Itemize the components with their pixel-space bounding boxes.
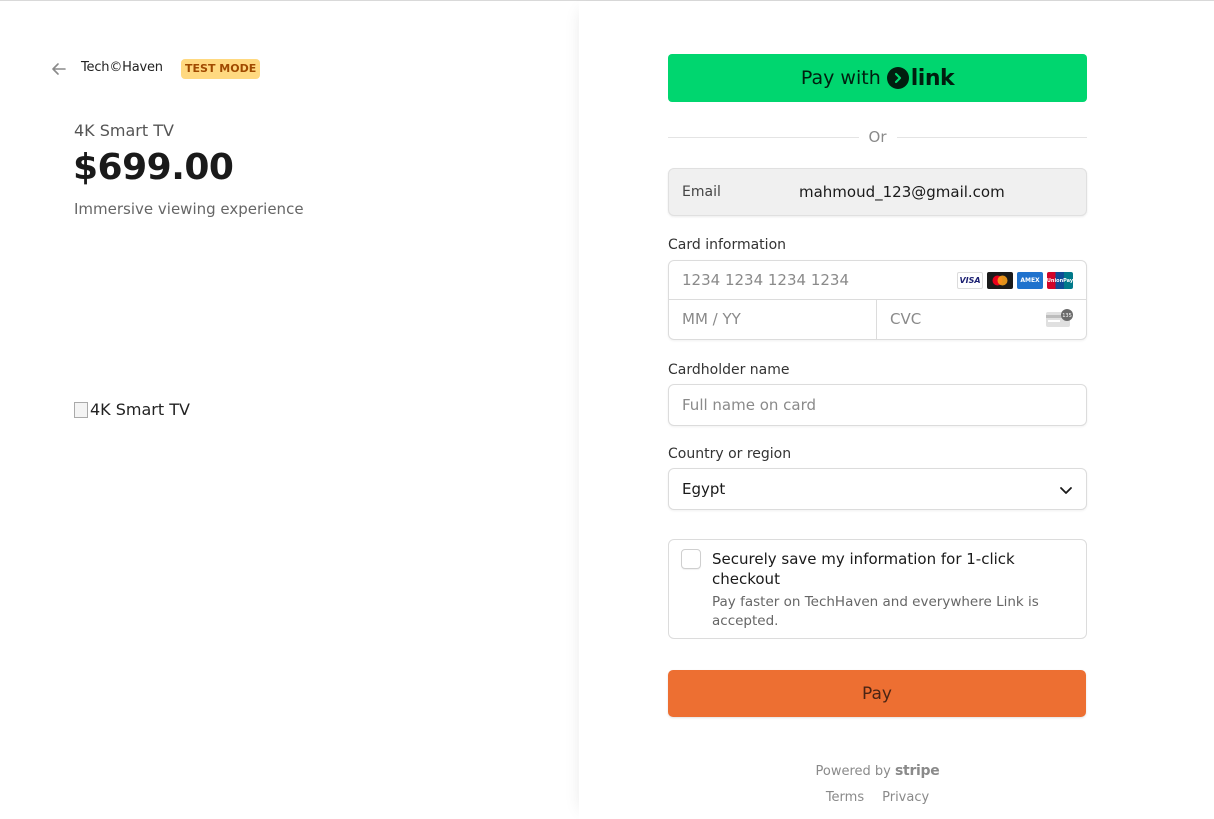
powered-by-stripe[interactable]: Powered by stripe [668, 763, 1087, 779]
product-image-alt: 4K Smart TV [90, 400, 190, 419]
footer-links: Terms Privacy [668, 790, 1087, 805]
cvc-icon-digits: 135 [1062, 313, 1072, 319]
divider-line [668, 136, 859, 138]
amex-icon: AMEX [1017, 272, 1043, 289]
pay-with-link-button[interactable]: Pay with link [668, 54, 1087, 102]
back-arrow-icon[interactable] [50, 60, 68, 78]
pay-button-label: Pay [862, 683, 892, 704]
email-field[interactable]: Email mahmoud_123@gmail.com [668, 168, 1087, 216]
product-name: 4K Smart TV [74, 121, 174, 140]
or-divider: Or [668, 128, 1088, 146]
merchant-brand[interactable]: Tech©Haven [81, 60, 163, 75]
card-information-label: Card information [668, 237, 787, 253]
product-price: $699.00 [73, 147, 234, 188]
broken-image-icon [74, 401, 88, 418]
cardholder-name-input[interactable]: Full name on card [668, 384, 1087, 426]
save-info-title: Securely save my information for 1-click… [712, 550, 1015, 588]
test-mode-badge: TEST MODE [181, 59, 261, 79]
visa-icon: VISA [957, 272, 983, 289]
cardholder-name-placeholder: Full name on card [682, 396, 817, 414]
chevron-down-icon [1060, 487, 1072, 494]
email-label: Email [682, 184, 721, 200]
stripe-logo: stripe [895, 763, 940, 779]
pay-with-label: Pay with [800, 67, 881, 89]
product-image: 4K Smart TV [74, 400, 190, 419]
save-info-subtitle: Pay faster on TechHaven and everywhere L… [712, 594, 1039, 629]
card-number-placeholder: 1234 1234 1234 1234 [682, 271, 849, 289]
mastercard-icon [987, 272, 1013, 289]
pay-button[interactable]: Pay [668, 670, 1086, 717]
card-brand-icons: VISA AMEX UnionPay [957, 272, 1073, 289]
save-info-box: Securely save my information for 1-click… [668, 539, 1087, 639]
expiry-input[interactable]: MM / YY [669, 300, 877, 339]
card-information-group: 1234 1234 1234 1234 VISA AMEX UnionPay M… [668, 260, 1087, 340]
save-info-checkbox[interactable] [681, 549, 701, 569]
cvc-input[interactable]: CVC 135 [877, 300, 1086, 339]
country-value: Egypt [682, 480, 726, 498]
cvc-card-icon: 135 [1046, 309, 1073, 327]
cardholder-name-label: Cardholder name [668, 362, 790, 378]
cvc-placeholder: CVC [890, 310, 922, 328]
powered-by-text: Powered by [815, 764, 891, 779]
card-number-input[interactable]: 1234 1234 1234 1234 VISA AMEX UnionPay [669, 261, 1086, 300]
product-description: Immersive viewing experience [74, 200, 304, 218]
expiry-placeholder: MM / YY [682, 310, 741, 328]
divider-line [896, 136, 1088, 138]
country-label: Country or region [668, 446, 792, 462]
merchant-name: Tech©Haven [81, 60, 163, 75]
link-chevron-icon [886, 67, 909, 89]
or-text: Or [868, 128, 887, 146]
unionpay-icon: UnionPay [1047, 272, 1073, 289]
link-wordmark: link [910, 65, 955, 91]
country-select[interactable]: Egypt [668, 468, 1087, 510]
terms-link[interactable]: Terms [826, 790, 864, 805]
link-logo: link [886, 65, 955, 91]
email-value: mahmoud_123@gmail.com [799, 183, 1005, 201]
privacy-link[interactable]: Privacy [882, 790, 929, 805]
